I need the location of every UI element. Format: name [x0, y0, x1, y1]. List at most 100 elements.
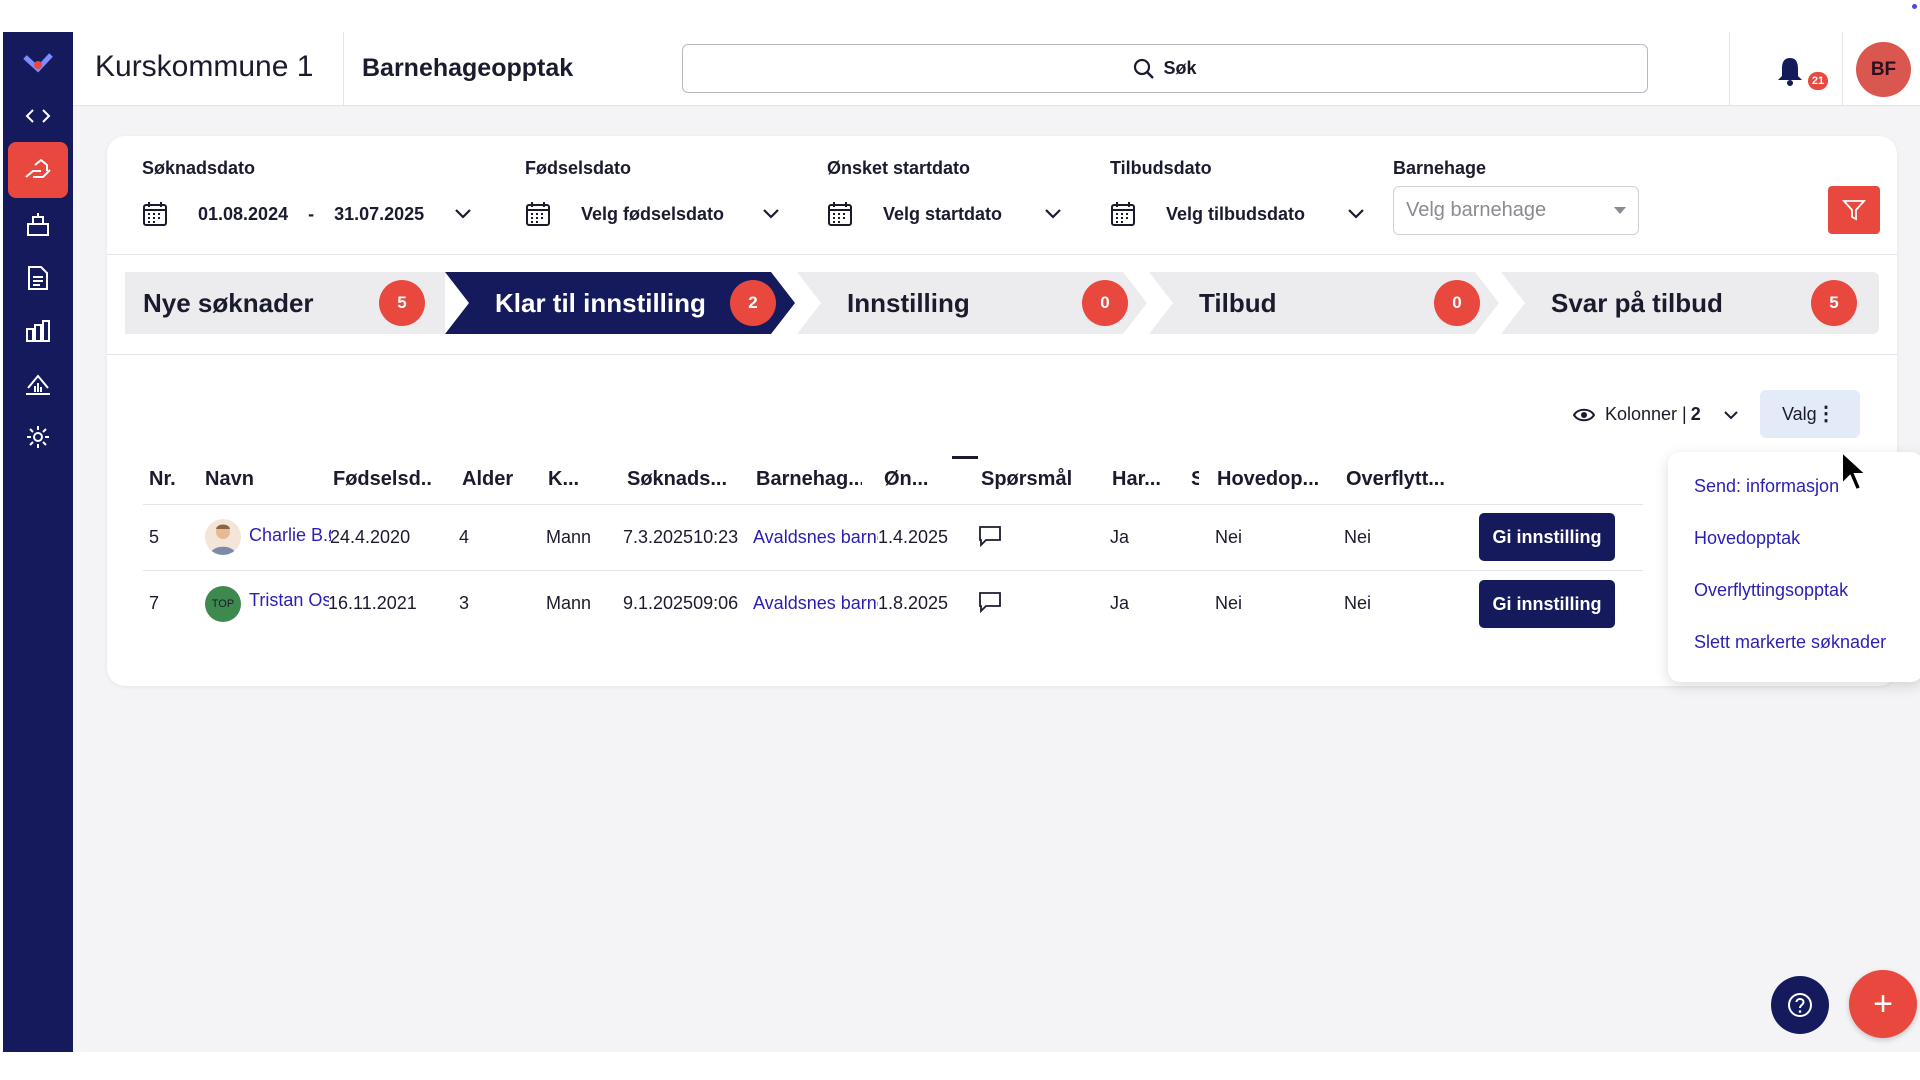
add-button[interactable]: +	[1849, 970, 1917, 1038]
child-photo-avatar	[205, 519, 241, 555]
kindergarten-link[interactable]: Avaldsnes barne	[753, 527, 878, 548]
kindergarten-select[interactable]: Velg barnehage	[1393, 186, 1639, 235]
chevron-down-icon[interactable]	[1044, 208, 1062, 220]
column-header-overflytting[interactable]: Overflytt...	[1346, 468, 1452, 491]
chevron-down-icon[interactable]	[762, 208, 780, 220]
hand-house-icon[interactable]	[8, 142, 68, 198]
table-row[interactable]: 5 Charlie B.Ø 24.4.2020 4 Mann 7.3.20251…	[143, 504, 1643, 570]
cell-alder: 4	[459, 527, 470, 547]
cell-fodselsdato: 16.11.2021	[328, 593, 417, 613]
filter-label: Fødselsdato	[525, 158, 632, 178]
columns-count: 2	[1690, 404, 1701, 424]
divider	[107, 254, 1897, 255]
stage-nye-soknader[interactable]: Nye søknader 5	[125, 272, 445, 334]
column-header-hovedopptak[interactable]: Hovedop...	[1217, 468, 1323, 491]
menu-item-hovedopptak[interactable]: Hovedopptak	[1694, 528, 1800, 549]
caret-down-icon	[1614, 207, 1626, 214]
comment-icon[interactable]	[978, 525, 1002, 547]
status-pipeline: Nye søknader 5 Klar til innstilling 2 In…	[125, 272, 1879, 334]
column-header-sporsmal[interactable]: Spørsmål	[981, 468, 1072, 491]
search-bar[interactable]: Søk	[682, 44, 1648, 93]
module-title: Barnehageopptak	[362, 54, 574, 82]
gi-innstilling-button[interactable]: Gi innstilling	[1479, 580, 1615, 628]
more-vertical-icon: ⋮	[1816, 403, 1836, 425]
kindergarten-link[interactable]: Avaldsnes barne	[753, 593, 878, 614]
building-icon[interactable]	[8, 197, 68, 253]
table-row[interactable]: 7 TOP Tristan Osv 16.11.2021 3 Mann 9.1.…	[143, 570, 1643, 636]
stage-tilbud[interactable]: Tilbud 0	[1149, 272, 1499, 334]
gear-icon[interactable]	[8, 409, 68, 465]
funnel-icon	[1842, 200, 1866, 221]
filter-soknadsdato: Søknadsdato 01.08.2024 - 31.07.2025	[142, 158, 472, 229]
stage-count-badge: 0	[1082, 280, 1128, 326]
column-header-alder[interactable]: Alder	[462, 468, 513, 491]
stage-count-badge: 5	[379, 280, 425, 326]
column-header-navn[interactable]: Navn	[205, 468, 254, 491]
birthdate-picker[interactable]: Velg fødselsdato	[525, 199, 780, 229]
cell-overflytting: Nei	[1344, 593, 1372, 613]
gi-innstilling-button[interactable]: Gi innstilling	[1479, 513, 1615, 561]
header-divider	[1842, 32, 1843, 106]
chevron-down-icon[interactable]	[1347, 208, 1365, 220]
user-avatar[interactable]: BF	[1856, 42, 1911, 97]
bar-chart-icon[interactable]	[8, 303, 68, 359]
organization-title: Kurskommune 1	[95, 50, 314, 83]
top-header: Kurskommune 1 Barnehageopptak Søk 21 BF	[73, 32, 1920, 106]
stage-klar-til-innstilling[interactable]: Klar til innstilling 2	[445, 272, 795, 334]
document-icon[interactable]	[8, 250, 68, 306]
menu-item-send-informasjon[interactable]: Send: informasjon	[1694, 476, 1839, 497]
valg-button[interactable]: Valg ⋮	[1760, 390, 1860, 438]
menu-item-overflyttingsopptak[interactable]: Overflyttingsopptak	[1694, 580, 1848, 601]
cell-nr: 5	[149, 527, 160, 547]
menu-item-slett-markerte[interactable]: Slett markerte søknader	[1694, 632, 1886, 653]
cell-kjonn: Mann	[546, 527, 592, 547]
date-to: 31.07.2025	[334, 203, 425, 224]
filter-label: Ønsket startdato	[827, 158, 971, 178]
comment-icon[interactable]	[978, 591, 1002, 613]
column-header-onsket[interactable]: Øn...	[884, 468, 932, 491]
stage-svar-pa-tilbud[interactable]: Svar på tilbud 5	[1501, 272, 1879, 334]
child-initials-avatar: TOP	[205, 586, 241, 622]
filter-label: Søknadsdato	[142, 158, 256, 178]
code-brackets-icon[interactable]	[8, 88, 68, 144]
valg-dropdown-menu: Send: informasjon Hovedopptak Overflytti…	[1668, 452, 1920, 682]
calendar-icon	[143, 202, 167, 226]
question-icon	[1788, 993, 1812, 1017]
divider	[107, 354, 1897, 355]
logo-icon[interactable]	[8, 34, 68, 90]
column-header-har[interactable]: Har...	[1112, 468, 1162, 491]
house-chart-icon[interactable]	[8, 356, 68, 412]
valg-label: Valg	[1782, 403, 1817, 424]
column-header-nr[interactable]: Nr.	[149, 468, 176, 491]
chevron-down-icon[interactable]	[454, 208, 472, 220]
child-name-link[interactable]: Charlie B.Ø	[249, 525, 331, 546]
search-icon	[1134, 58, 1155, 79]
columns-label: Kolonner |	[1605, 404, 1687, 424]
cell-onsket-startdato: 1.4.2025	[878, 527, 949, 547]
bell-icon[interactable]	[1773, 54, 1807, 88]
applications-card: Søknadsdato 01.08.2024 - 31.07.2025 Føds…	[107, 136, 1897, 686]
offerdate-picker[interactable]: Velg tilbudsdato	[1110, 199, 1365, 229]
column-resize-handle[interactable]	[952, 456, 978, 459]
help-button[interactable]	[1771, 976, 1829, 1034]
columns-control[interactable]: Kolonner | 2	[1573, 404, 1739, 425]
cell-alder: 3	[459, 593, 470, 613]
calendar-icon	[1111, 202, 1135, 226]
cell-har: Ja	[1110, 593, 1130, 613]
stage-label: Innstilling	[847, 287, 970, 318]
column-header-fodselsdato[interactable]: Fødselsd...	[333, 468, 433, 491]
status-dot	[1912, 4, 1917, 9]
date-from: 01.08.2024	[198, 203, 289, 224]
column-header-soknadsdato[interactable]: Søknads...	[627, 468, 727, 491]
column-header-barnehage[interactable]: Barnehag...	[756, 468, 862, 491]
header-divider	[343, 32, 344, 106]
stage-innstilling[interactable]: Innstilling 0	[797, 272, 1147, 334]
offerdate-value: Velg tilbudsdato	[1166, 203, 1306, 224]
column-header-kjonn[interactable]: K...	[548, 468, 579, 491]
child-name-link[interactable]: Tristan Osv	[249, 590, 329, 611]
filter-button[interactable]	[1828, 186, 1880, 234]
mouse-cursor-icon	[1841, 450, 1868, 492]
startdate-picker[interactable]: Velg startdato	[827, 199, 1062, 229]
date-range-picker[interactable]: 01.08.2024 - 31.07.2025	[142, 199, 472, 229]
column-header-s[interactable]: S	[1191, 468, 1199, 491]
